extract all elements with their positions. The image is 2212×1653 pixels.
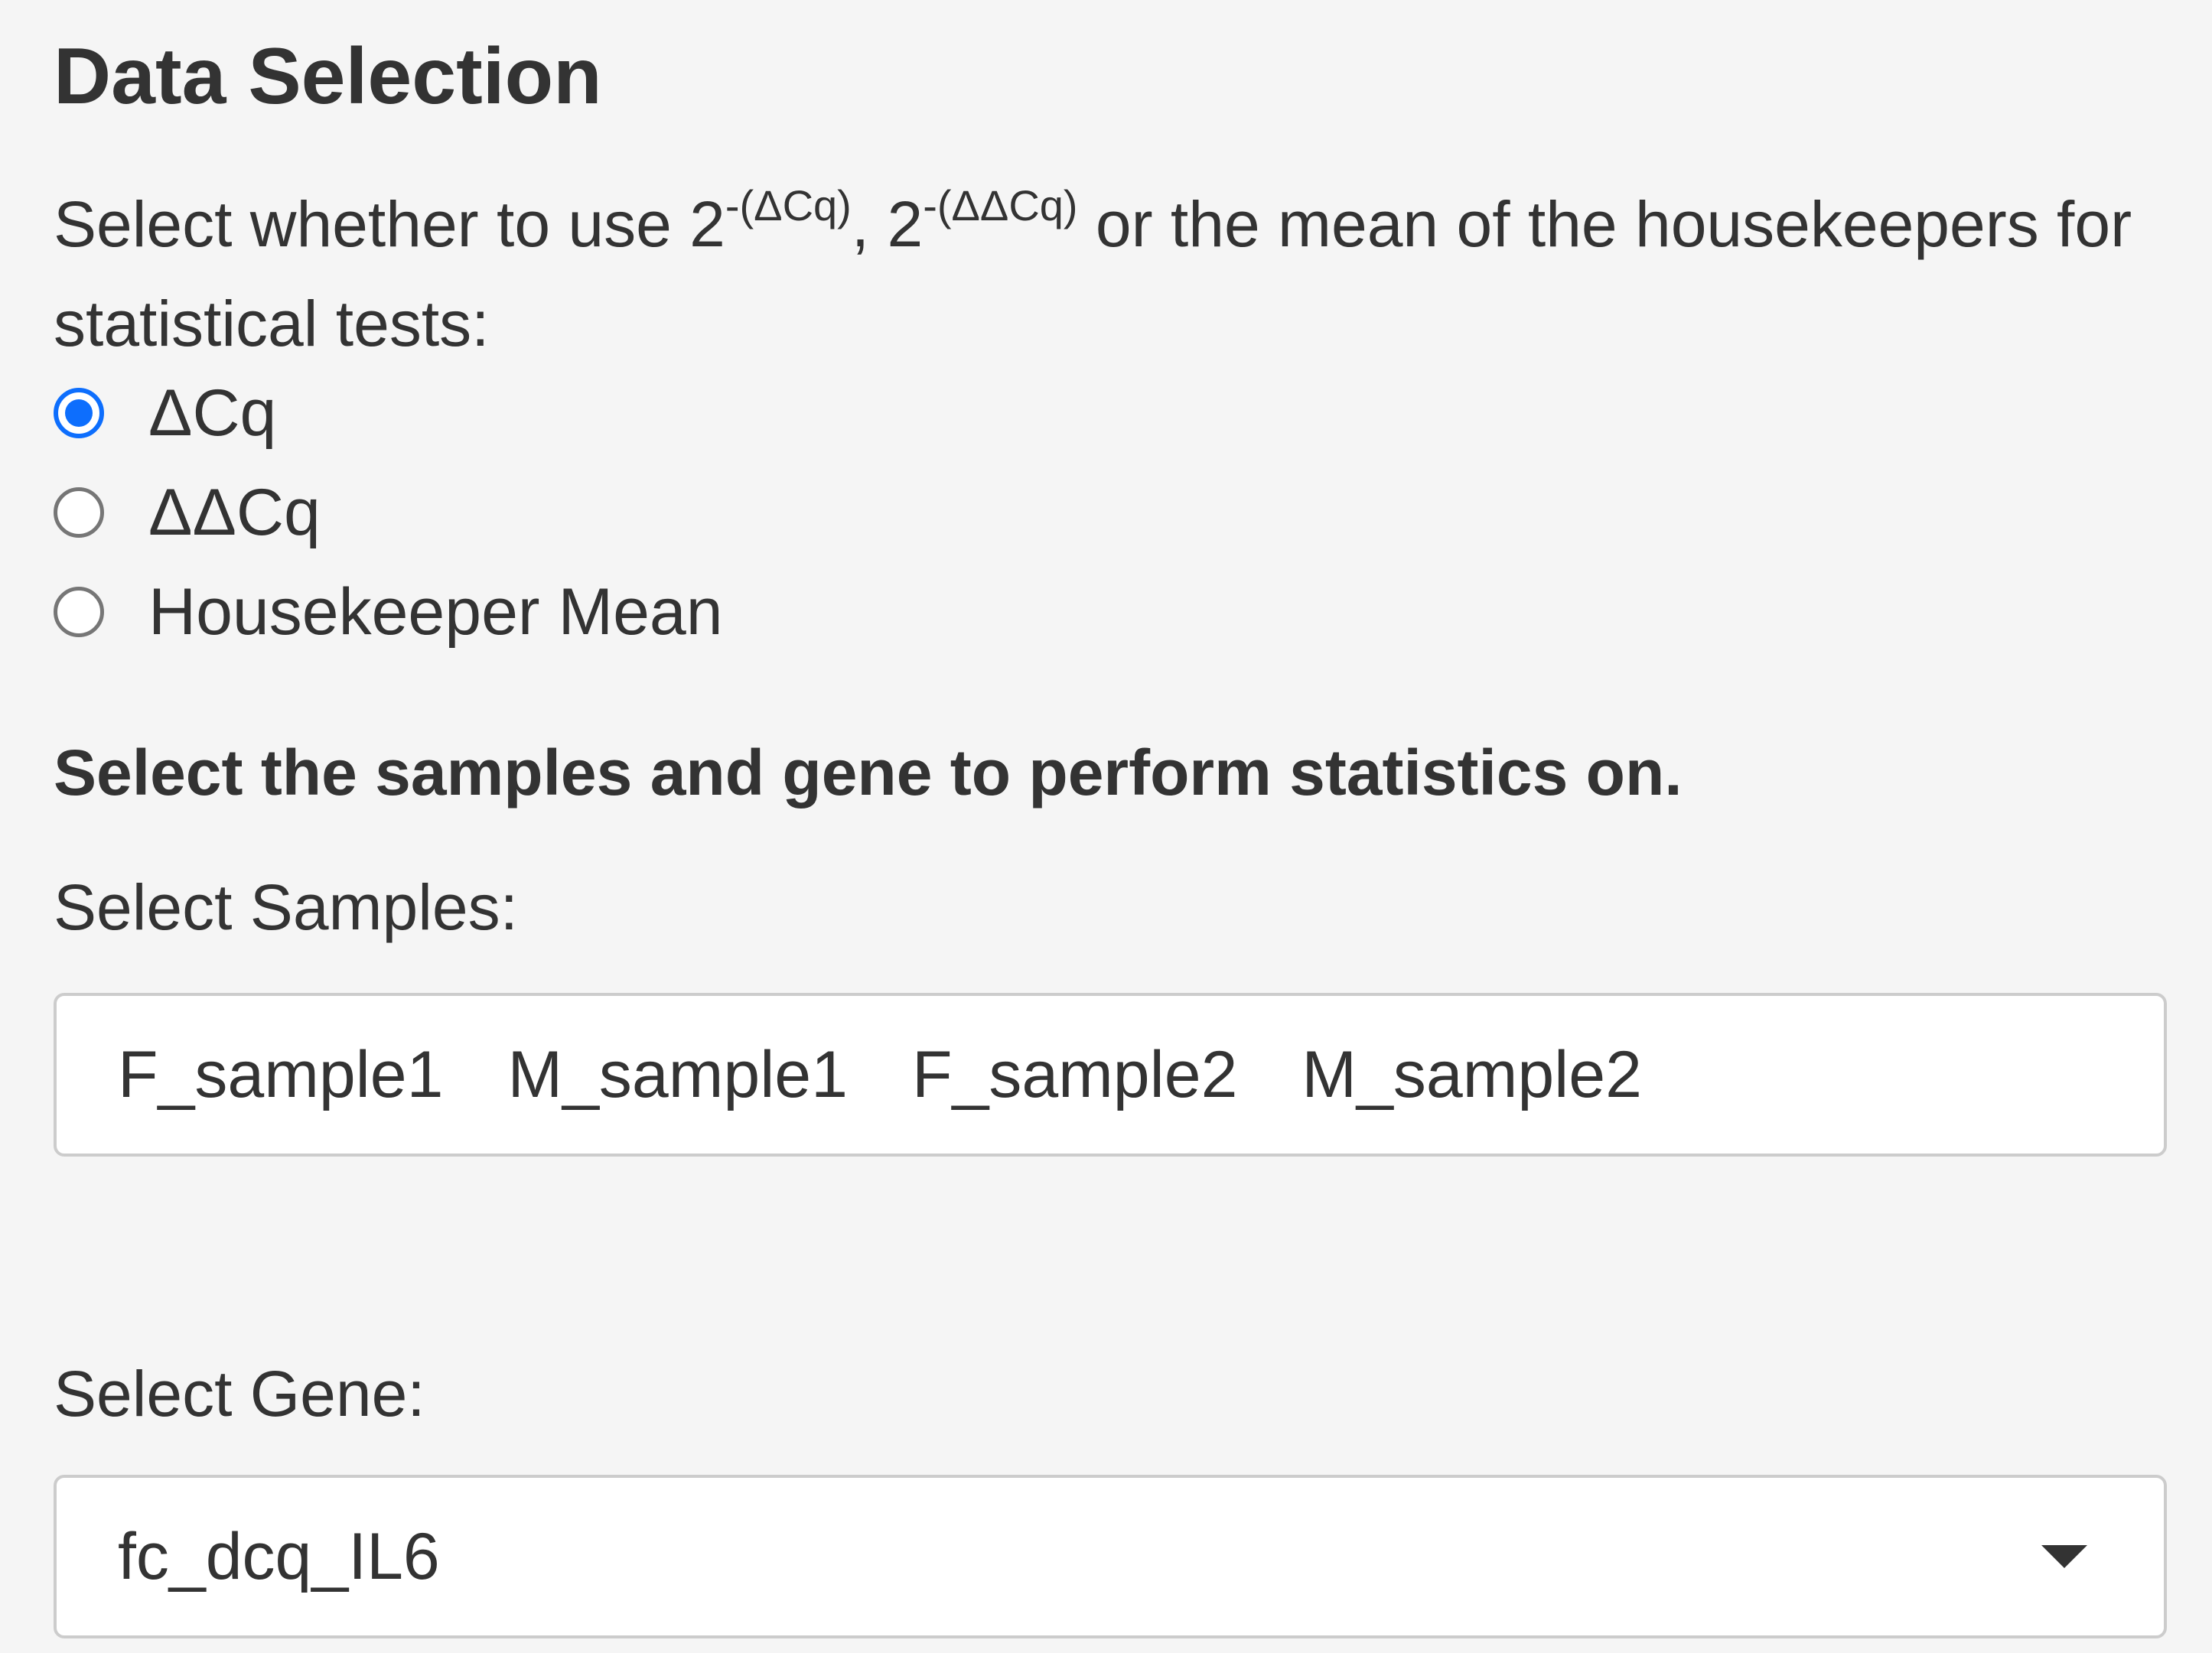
gene-select-value: fc_dcq_IL6 [118,1519,440,1593]
samples-label: Select Samples: [54,871,518,943]
statistics-instruction: Select the samples and gene to perform s… [54,737,1683,809]
sample-chip[interactable]: M_sample1 [507,1037,848,1113]
sample-chip[interactable]: F_sample2 [912,1037,1237,1113]
radio-label-dcq[interactable]: ΔCq [148,380,276,446]
sample-chip[interactable]: M_sample2 [1301,1037,1642,1113]
sample-chip[interactable]: F_sample1 [118,1037,443,1113]
description-prefix: Select whether to use 2 [54,188,725,260]
radio-button-ddcq[interactable] [54,487,104,538]
gene-select[interactable]: fc_dcq_IL6 [54,1475,2167,1638]
radio-label-housekeeper-mean[interactable]: Housekeeper Mean [148,579,723,645]
radio-button-housekeeper-mean[interactable] [54,587,104,637]
caret-down-icon[interactable] [2041,1545,2087,1568]
gene-label: Select Gene: [54,1358,425,1430]
radio-button-dcq[interactable] [54,388,104,438]
ddcq-exponent: -(ΔΔCq) [923,181,1078,229]
data-selection-panel: Data Selection Select whether to use 2-(… [0,0,2212,1653]
method-description: Select whether to use 2-(ΔCq), 2-(ΔΔCq) … [54,174,2181,373]
radio-option-housekeeper-mean[interactable]: Housekeeper Mean [54,574,723,650]
radio-label-ddcq[interactable]: ΔΔCq [148,480,321,545]
samples-multiselect[interactable]: F_sample1 M_sample1 F_sample2 M_sample2 [54,993,2167,1157]
dcq-exponent: -(ΔCq) [725,181,852,229]
radio-option-ddcq[interactable]: ΔΔCq [54,474,321,551]
description-separator: , 2 [851,188,924,260]
selected-samples: F_sample1 M_sample1 F_sample2 M_sample2 [118,996,1706,1154]
section-title: Data Selection [54,32,602,121]
radio-option-dcq[interactable]: ΔCq [54,375,276,451]
